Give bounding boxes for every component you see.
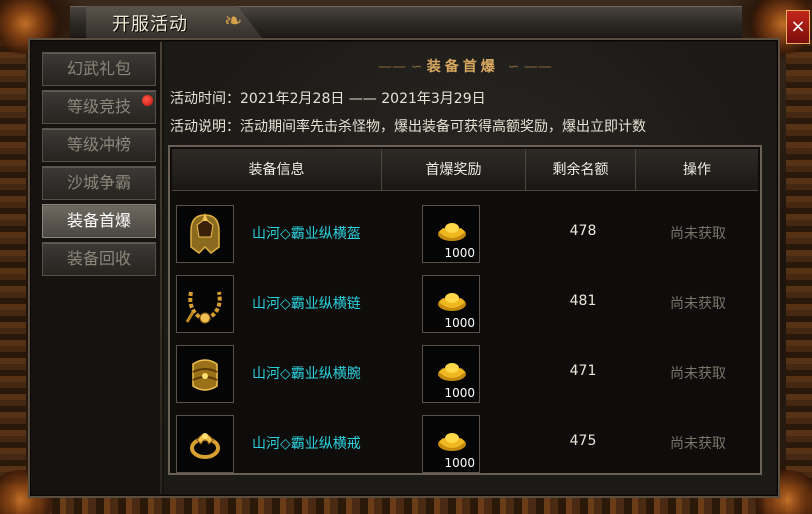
column-header-action: 操作	[683, 162, 711, 178]
table-row: 山河◇霸业纵横链 1000 481 尚未获取	[172, 267, 758, 337]
equipment-name: 山河◇霸业纵横盔	[252, 226, 361, 242]
title-ornament-right-icon: ∽ ——	[507, 59, 552, 75]
close-button[interactable]: ×	[786, 10, 810, 44]
remaining-count: 471	[569, 363, 597, 379]
gold-ingot-icon	[438, 363, 466, 381]
equipment-name: 山河◇霸业纵横链	[252, 296, 361, 312]
ring-icon	[190, 433, 220, 459]
reward-quantity: 1000	[444, 456, 475, 470]
claim-status: 尚未获取	[670, 226, 726, 242]
table-row: 山河◇霸业纵横盔 1000 478 尚未获取	[172, 197, 758, 267]
nav-item-equip-recycle[interactable]: 装备回收	[42, 242, 156, 276]
bracelet-icon	[192, 359, 218, 391]
gold-ingot-icon	[438, 223, 466, 241]
title-flourish-icon: ❧	[224, 9, 243, 34]
column-header-remaining: 剩余名额	[526, 149, 636, 191]
remaining-count: 478	[569, 223, 597, 239]
reward-quantity: 1000	[444, 246, 475, 260]
window-title: 开服活动	[112, 14, 188, 35]
table-row: 山河◇霸业纵横腕 1000 471 尚未获取	[172, 337, 758, 407]
item-slot[interactable]	[176, 415, 234, 473]
reward-quantity: 1000	[444, 386, 475, 400]
activity-time: 活动时间：2021年2月28日 —— 2021年3月29日	[170, 88, 486, 108]
nav-item-label: 幻武礼包	[66, 59, 131, 78]
activity-time-value: 2021年2月28日 —— 2021年3月29日	[240, 91, 486, 107]
helmet-icon	[190, 213, 220, 254]
frame-left-border	[0, 40, 26, 494]
activity-desc-value: 活动期间率先击杀怪物，爆出装备可获得高额奖励，爆出立即计数	[240, 119, 646, 135]
item-slot[interactable]	[176, 275, 234, 333]
activity-nav: 幻武礼包 等级竞技 等级冲榜 沙城争霸 装备首爆 装备回收	[42, 52, 156, 280]
reward-slot[interactable]: 1000	[422, 205, 480, 263]
notification-dot-icon	[142, 95, 153, 106]
nav-item-level-rank[interactable]: 等级冲榜	[42, 128, 156, 162]
title-ornament-left-icon: —— ∽	[378, 59, 427, 75]
first-drop-table: 装备信息 首爆奖励 剩余名额 操作 山河◇霸业纵横盔 1000 478 尚未获取	[168, 145, 762, 475]
nav-item-label: 等级竞技	[66, 97, 131, 116]
equipment-name: 山河◇霸业纵横戒	[252, 436, 361, 452]
table-row: 山河◇霸业纵横戒 1000 475 尚未获取	[172, 407, 758, 477]
reward-quantity: 1000	[444, 316, 475, 330]
nav-item-label: 装备回收	[66, 249, 131, 268]
claim-status: 尚未获取	[670, 436, 726, 452]
remaining-count: 475	[569, 433, 597, 449]
reward-slot[interactable]: 1000	[422, 415, 480, 473]
nav-item-level-compete[interactable]: 等级竞技	[42, 90, 156, 124]
nav-item-label: 等级冲榜	[66, 135, 131, 154]
nav-item-castle-war[interactable]: 沙城争霸	[42, 166, 156, 200]
gold-ingot-icon	[438, 293, 466, 311]
nav-item-first-drop[interactable]: 装备首爆	[42, 204, 156, 238]
item-slot[interactable]	[176, 345, 234, 403]
nav-item-huanwu-gift[interactable]: 幻武礼包	[42, 52, 156, 86]
column-header-reward: 首爆奖励	[382, 149, 526, 191]
item-slot[interactable]	[176, 205, 234, 263]
claim-status: 尚未获取	[670, 296, 726, 312]
nav-item-label: 装备首爆	[66, 211, 131, 230]
activity-time-label: 活动时间：	[170, 91, 240, 107]
activity-description: 活动说明：活动期间率先击杀怪物，爆出装备可获得高额奖励，爆出立即计数	[170, 116, 646, 136]
gold-ingot-icon	[438, 433, 466, 451]
column-header-equipment: 装备信息	[172, 149, 382, 191]
nav-divider	[160, 42, 162, 494]
reward-slot[interactable]: 1000	[422, 345, 480, 403]
equipment-name: 山河◇霸业纵横腕	[252, 366, 361, 382]
claim-status: 尚未获取	[670, 366, 726, 382]
remaining-count: 481	[569, 293, 597, 309]
activity-desc-label: 活动说明：	[170, 119, 240, 135]
necklace-icon	[185, 291, 222, 324]
section-title: 装备首爆	[426, 59, 499, 75]
reward-slot[interactable]: 1000	[422, 275, 480, 333]
frame-right-border	[786, 40, 812, 494]
nav-item-label: 沙城争霸	[66, 173, 131, 192]
table-header: 装备信息 首爆奖励 剩余名额 操作	[172, 149, 758, 191]
section-title-row: —— ∽ 装备首爆 ∽ ——	[165, 56, 765, 76]
